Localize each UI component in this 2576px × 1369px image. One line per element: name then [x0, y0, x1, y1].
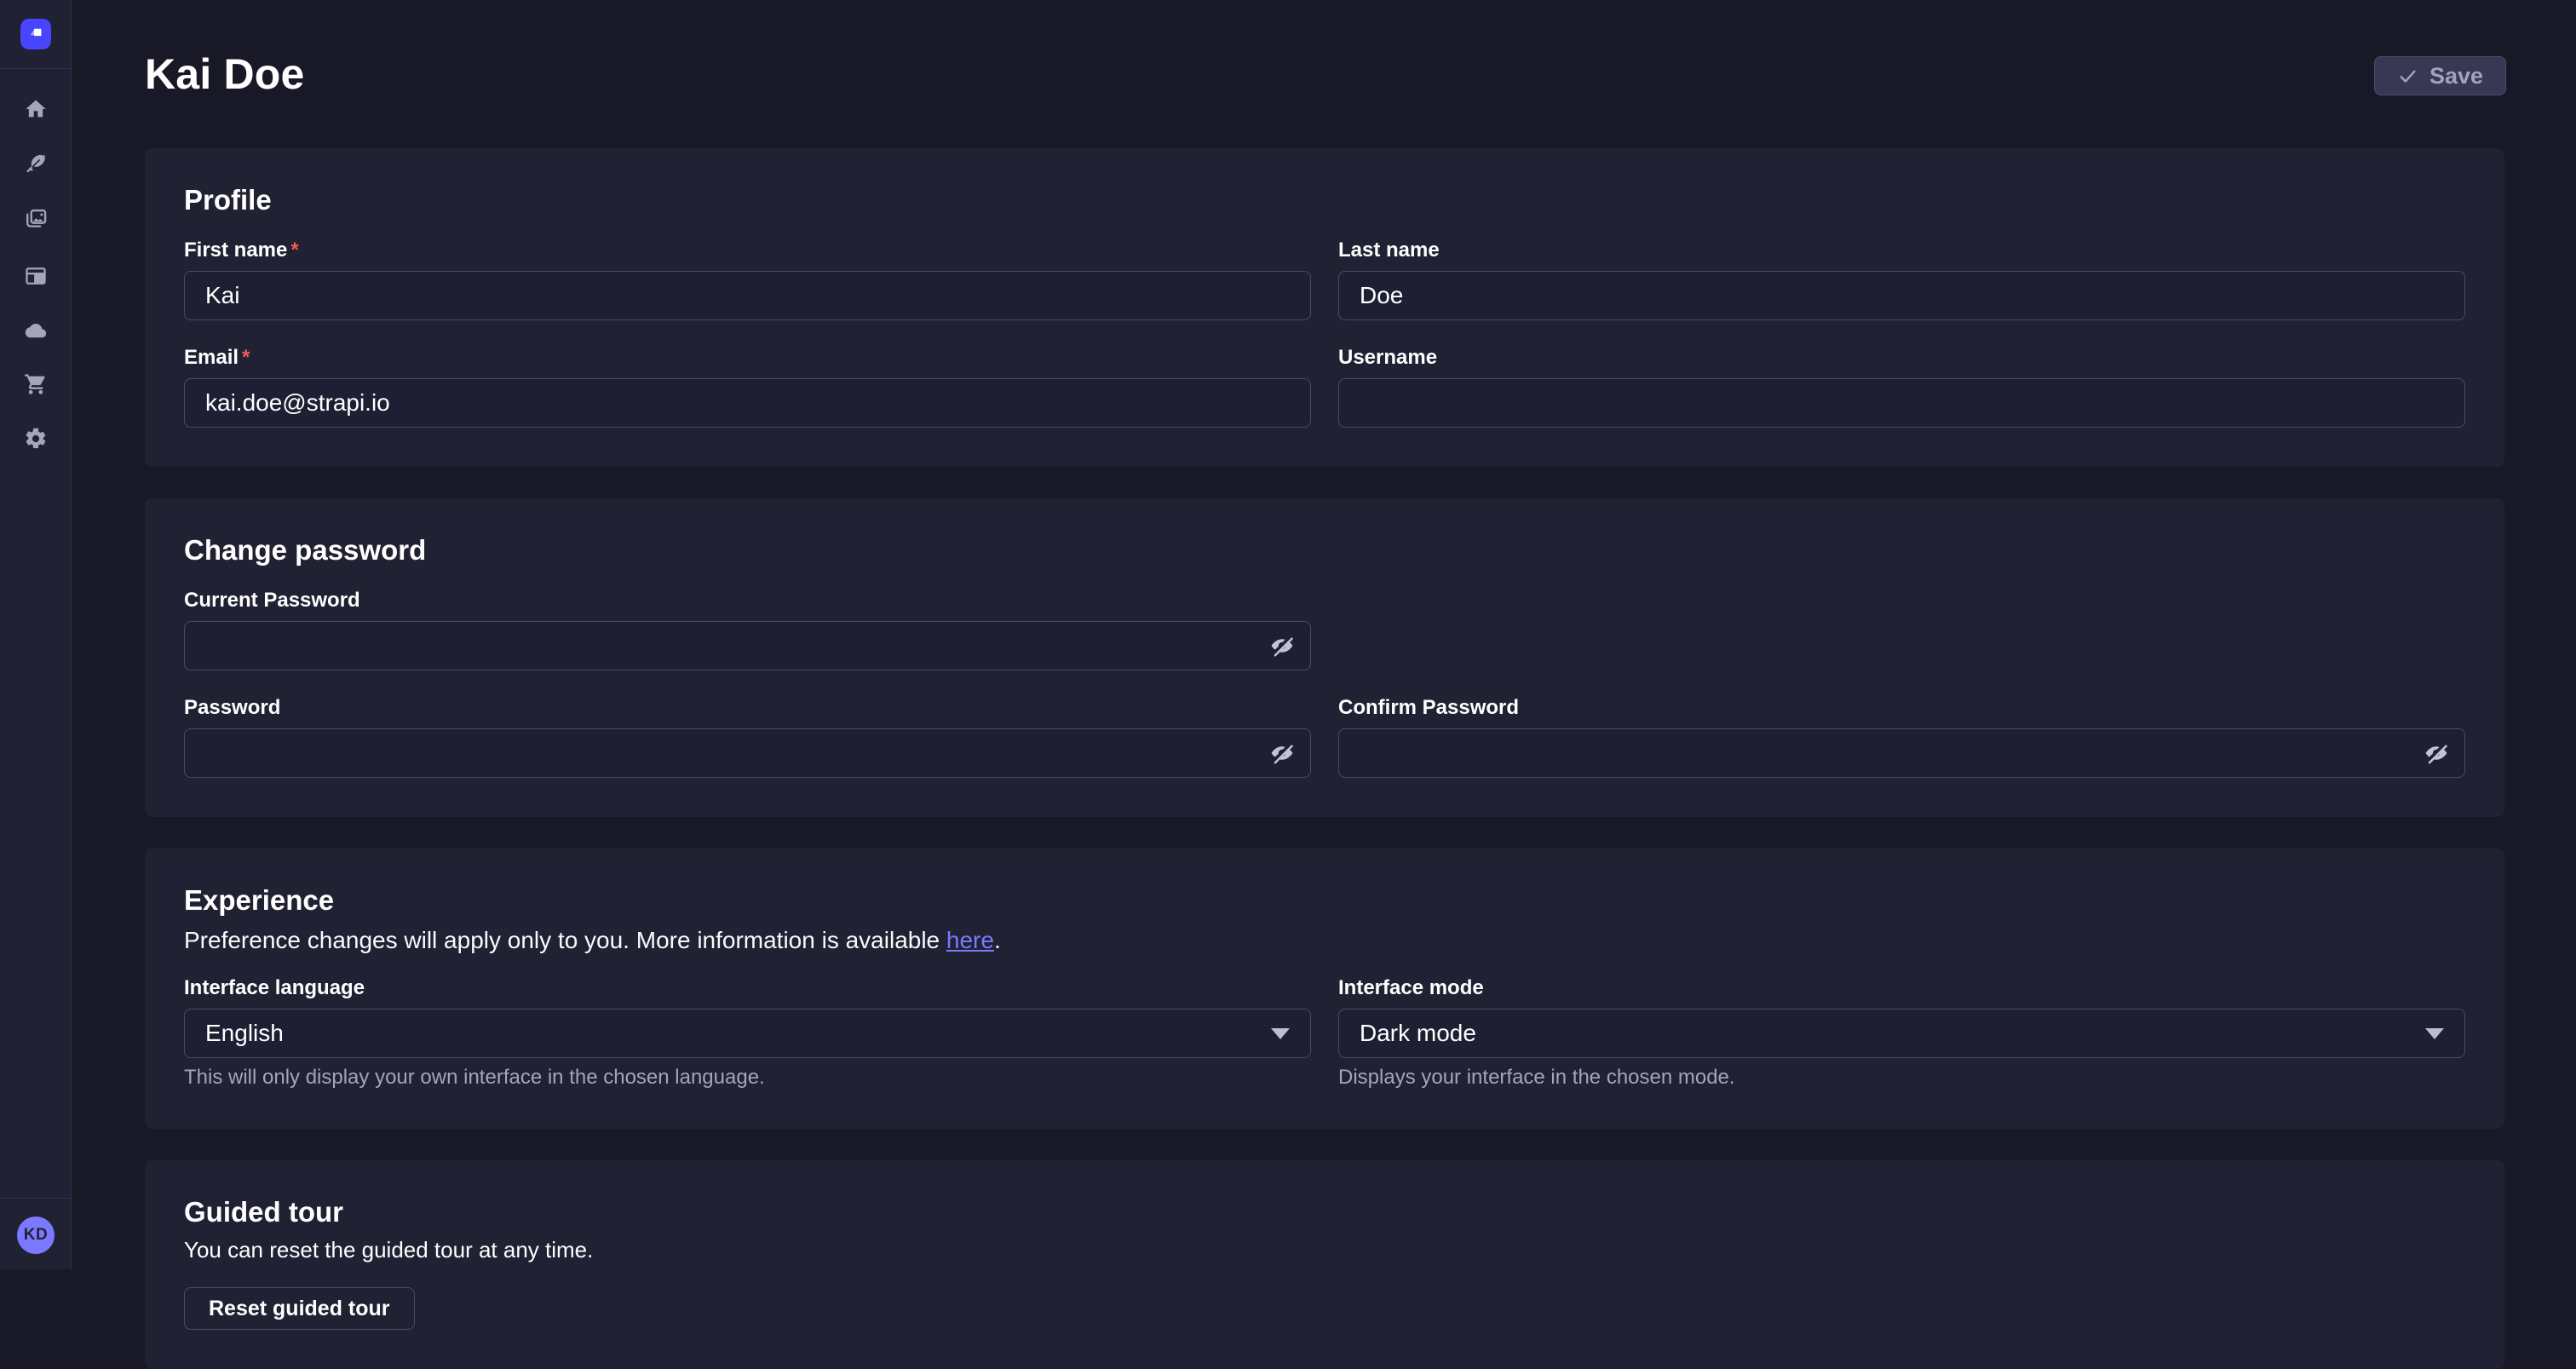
interface-mode-field-group: Interface mode Dark mode Displays your i…: [1338, 976, 2465, 1090]
toggle-current-password-visibility-button[interactable]: [1263, 627, 1301, 664]
sidebar-divider-top: [0, 68, 72, 69]
sidebar-item-content-manager[interactable]: [12, 141, 60, 188]
password-label: Password: [184, 696, 1311, 720]
interface-language-label: Interface language: [184, 976, 1311, 1000]
change-password-section-title: Change password: [184, 534, 2465, 567]
chevron-down-icon: [1271, 1028, 1290, 1039]
images-icon: [24, 207, 48, 231]
interface-mode-select[interactable]: Dark mode: [1338, 1009, 2465, 1058]
current-password-field-group: Current Password: [184, 589, 1311, 670]
confirm-password-field-group: Confirm Password: [1338, 696, 2465, 778]
interface-language-select[interactable]: English: [184, 1009, 1311, 1058]
required-asterisk: *: [290, 239, 298, 262]
eye-slash-icon: [1269, 740, 1295, 766]
gear-icon: [24, 427, 48, 451]
more-information-link[interactable]: here: [946, 927, 994, 953]
experience-card: Experience Preference changes will apply…: [145, 848, 2504, 1129]
sidebar-item-home[interactable]: [12, 85, 60, 133]
interface-mode-hint: Displays your interface in the chosen mo…: [1338, 1066, 2465, 1090]
confirm-password-input[interactable]: [1338, 728, 2465, 778]
sidebar-item-marketplace[interactable]: [12, 360, 60, 408]
last-name-field-group: Last name: [1338, 239, 2465, 320]
email-input[interactable]: [184, 378, 1311, 428]
current-password-input[interactable]: [184, 621, 1311, 670]
email-label: Email*: [184, 346, 1311, 370]
strapi-logo-icon: [27, 24, 45, 44]
current-password-label: Current Password: [184, 589, 1311, 613]
check-icon: [2397, 66, 2418, 87]
email-field-group: Email*: [184, 346, 1311, 428]
sidebar-item-cloud[interactable]: [12, 308, 60, 356]
layout-icon: [24, 264, 48, 288]
confirm-password-label: Confirm Password: [1338, 696, 2465, 720]
guided-tour-description: You can reset the guided tour at any tim…: [184, 1237, 2465, 1263]
toggle-password-visibility-button[interactable]: [1263, 734, 1301, 772]
eye-slash-icon: [2424, 740, 2449, 766]
profile-section-title: Profile: [184, 184, 2465, 216]
sidebar-item-content-type-builder[interactable]: [12, 252, 60, 300]
profile-card: Profile First name* Last name: [145, 148, 2504, 467]
main-content: Kai Doe Save Profile First name*: [72, 0, 2576, 1269]
username-field-group: Username: [1338, 346, 2465, 428]
shopping-cart-icon: [24, 372, 48, 396]
sidebar-divider-bottom: [0, 1198, 72, 1199]
sidebar-item-media-library[interactable]: [12, 195, 60, 243]
empty-grid-cell: [1338, 589, 2465, 670]
eye-slash-icon: [1269, 633, 1295, 659]
interface-mode-label: Interface mode: [1338, 976, 2465, 1000]
save-button[interactable]: Save: [2374, 56, 2506, 95]
sidebar: KD: [0, 0, 72, 1269]
guided-tour-card: Guided tour You can reset the guided tou…: [145, 1160, 2504, 1369]
home-icon: [24, 97, 48, 121]
toggle-confirm-password-visibility-button[interactable]: [2418, 734, 2455, 772]
password-field-group: Password: [184, 696, 1311, 778]
feather-icon: [24, 152, 48, 176]
first-name-input[interactable]: [184, 271, 1311, 320]
username-label: Username: [1338, 346, 2465, 370]
settings-sections: Profile First name* Last name: [145, 148, 2504, 1369]
reset-guided-tour-button[interactable]: Reset guided tour: [184, 1287, 415, 1330]
username-input[interactable]: [1338, 378, 2465, 428]
guided-tour-section-title: Guided tour: [184, 1196, 2465, 1228]
interface-language-hint: This will only display your own interfac…: [184, 1066, 1311, 1090]
cloud-icon: [24, 320, 48, 344]
save-button-label: Save: [2429, 63, 2483, 89]
user-avatar[interactable]: KD: [17, 1217, 55, 1254]
interface-mode-value: Dark mode: [1360, 1020, 1476, 1047]
last-name-input[interactable]: [1338, 271, 2465, 320]
interface-language-value: English: [205, 1020, 284, 1047]
page-title: Kai Doe: [145, 53, 305, 95]
experience-description: Preference changes will apply only to yo…: [184, 927, 2465, 954]
required-asterisk: *: [242, 346, 250, 370]
password-input[interactable]: [184, 728, 1311, 778]
experience-section-title: Experience: [184, 884, 2465, 917]
chevron-down-icon: [2425, 1028, 2444, 1039]
first-name-field-group: First name*: [184, 239, 1311, 320]
last-name-label: Last name: [1338, 239, 2465, 262]
workspace-logo-button[interactable]: [20, 19, 51, 49]
change-password-card: Change password Current Password: [145, 498, 2504, 817]
sidebar-item-settings[interactable]: [12, 415, 60, 463]
first-name-label: First name*: [184, 239, 1311, 262]
strapi-admin-app: KD Kai Doe Save Profile First name*: [0, 0, 2576, 1269]
interface-language-field-group: Interface language English This will onl…: [184, 976, 1311, 1090]
